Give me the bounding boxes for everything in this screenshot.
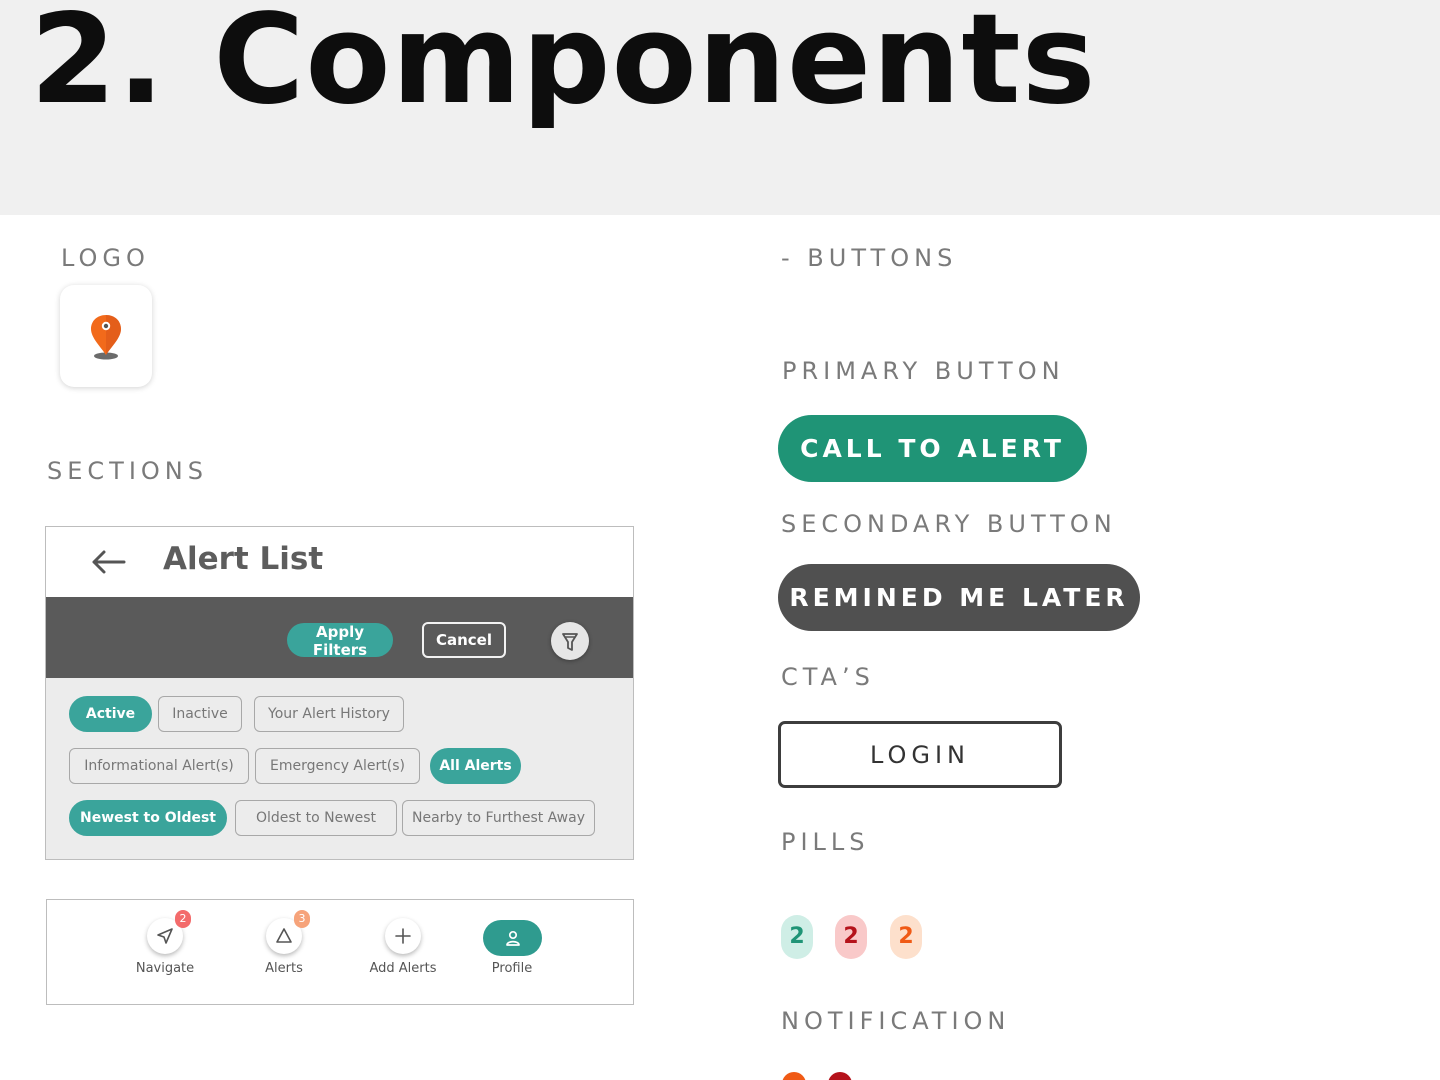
ctas-label: CTA’S bbox=[781, 663, 875, 691]
plus-icon bbox=[395, 928, 411, 944]
add-alerts-icon-button bbox=[385, 918, 421, 954]
cancel-button[interactable]: Cancel bbox=[422, 622, 506, 658]
warning-triangle-icon bbox=[276, 928, 292, 943]
chip-informational[interactable]: Informational Alert(s) bbox=[69, 748, 249, 784]
chip-active[interactable]: Active bbox=[69, 696, 152, 732]
login-button[interactable]: LOGIN bbox=[778, 721, 1062, 788]
pill-green: 2 bbox=[781, 915, 813, 959]
section-number: 2. bbox=[30, 0, 166, 132]
pills-label: PILLS bbox=[781, 828, 870, 856]
remind-me-later-button[interactable]: REMINED ME LATER bbox=[778, 564, 1140, 631]
navigate-label: Navigate bbox=[135, 961, 195, 976]
nav-item-alerts[interactable]: 3 Alerts bbox=[234, 900, 334, 1004]
alert-list-section: Alert List Apply Filters Cancel Active I… bbox=[45, 526, 634, 860]
funnel-icon bbox=[562, 633, 578, 651]
nav-item-profile[interactable]: Profile bbox=[462, 900, 562, 1004]
notification-dot-red bbox=[828, 1072, 852, 1080]
pill-red: 2 bbox=[835, 915, 867, 959]
filter-button[interactable] bbox=[551, 622, 589, 660]
page-title: 2. Components bbox=[30, 0, 1096, 132]
alerts-badge: 3 bbox=[294, 910, 310, 928]
chip-newest-to-oldest[interactable]: Newest to Oldest bbox=[69, 800, 227, 836]
notification-dot-orange bbox=[782, 1072, 806, 1080]
chip-nearby-to-furthest[interactable]: Nearby to Furthest Away bbox=[402, 800, 595, 836]
chip-all-alerts[interactable]: All Alerts bbox=[430, 748, 521, 784]
bottom-navigation: 2 Navigate 3 Alerts Add Alerts Profile bbox=[46, 899, 634, 1005]
chip-inactive[interactable]: Inactive bbox=[158, 696, 242, 732]
back-arrow-icon[interactable] bbox=[90, 547, 126, 577]
nav-item-add-alerts[interactable]: Add Alerts bbox=[353, 900, 453, 1004]
section-title: Components bbox=[213, 0, 1097, 132]
navigate-badge: 2 bbox=[175, 910, 191, 928]
pill-orange: 2 bbox=[890, 915, 922, 959]
chip-emergency[interactable]: Emergency Alert(s) bbox=[255, 748, 420, 784]
call-to-alert-button[interactable]: CALL TO ALERT bbox=[778, 415, 1087, 482]
app-logo bbox=[60, 285, 152, 387]
page-header: 2. Components bbox=[0, 0, 1440, 215]
buttons-label: - BUTTONS bbox=[781, 244, 958, 272]
chip-alert-history[interactable]: Your Alert History bbox=[254, 696, 404, 732]
primary-button-label: PRIMARY BUTTON bbox=[782, 357, 1065, 385]
notification-label: NOTIFICATION bbox=[781, 1007, 1011, 1035]
alerts-label: Alerts bbox=[265, 961, 303, 976]
user-icon bbox=[506, 930, 520, 946]
filter-bar: Apply Filters Cancel bbox=[46, 597, 633, 678]
logo-label: LOGO bbox=[61, 244, 150, 272]
alert-list-header: Alert List bbox=[46, 527, 633, 597]
profile-icon-button bbox=[483, 920, 542, 956]
secondary-button-label: SECONDARY BUTTON bbox=[781, 510, 1117, 538]
alert-list-title: Alert List bbox=[163, 541, 324, 577]
profile-label: Profile bbox=[491, 961, 533, 976]
location-pin-icon bbox=[91, 315, 121, 360]
chip-oldest-to-newest[interactable]: Oldest to Newest bbox=[235, 800, 397, 836]
apply-filters-button[interactable]: Apply Filters bbox=[287, 623, 393, 659]
sections-label: SECTIONS bbox=[47, 457, 208, 485]
add-alerts-label: Add Alerts bbox=[369, 961, 437, 976]
navigation-arrow-icon bbox=[157, 928, 173, 944]
nav-item-navigate[interactable]: 2 Navigate bbox=[115, 900, 215, 1004]
